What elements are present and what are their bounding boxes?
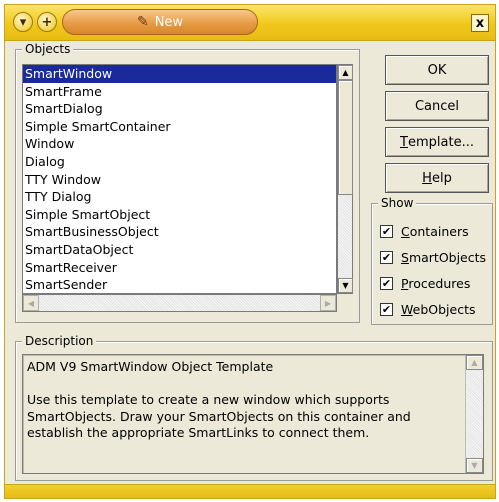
list-item[interactable]: SmartFrame (23, 83, 336, 101)
window-title: New (154, 14, 184, 30)
list-item[interactable]: SmartSender (23, 276, 336, 293)
chevron-down-icon[interactable]: ▾ (13, 12, 33, 32)
list-item[interactable]: Window (23, 135, 336, 153)
list-item[interactable]: Simple SmartContainer (23, 118, 336, 136)
procedures-checkbox[interactable]: ✔ (380, 276, 393, 290)
objects-group: Objects SmartWindow SmartFrame SmartDial… (15, 42, 360, 323)
webobjects-checkbox-row[interactable]: ✔ WebObjects (380, 300, 476, 318)
description-scrollbar[interactable]: ▲ ▼ (465, 355, 483, 473)
new-object-dialog: ▾ + ✎ New x Objects SmartWindow SmartFra… (4, 4, 496, 499)
template-button-mnemonic: T (400, 134, 408, 150)
list-item[interactable]: TTY Dialog (23, 188, 336, 206)
help-button-label: elp (431, 170, 452, 186)
objects-group-label: Objects (22, 42, 74, 56)
scroll-up-icon[interactable]: ▲ (338, 65, 353, 80)
list-item[interactable]: SmartDataObject (23, 241, 336, 259)
procedures-checkbox-row[interactable]: ✔ Procedures (380, 274, 470, 292)
containers-checkbox-row[interactable]: ✔ Containers (380, 222, 469, 240)
title-pill: ✎ New (62, 9, 258, 35)
show-group-label: Show (378, 196, 417, 210)
description-text: ADM V9 SmartWindow Object Template Use t… (27, 359, 411, 440)
window-bottom-border (5, 484, 495, 498)
scroll-up-icon[interactable]: ▲ (466, 355, 483, 370)
smartobjects-label: SmartObjects (401, 249, 487, 265)
procedures-label: Procedures (401, 275, 471, 291)
objects-vertical-scrollbar[interactable]: ▲ ▼ (337, 64, 353, 294)
scroll-left-icon[interactable]: ◀ (23, 295, 39, 311)
containers-checkbox[interactable]: ✔ (380, 224, 393, 238)
webobjects-label: WebObjects (401, 301, 476, 317)
list-item[interactable]: Dialog (23, 153, 336, 171)
objects-listbox[interactable]: SmartWindow SmartFrame SmartDialog Simpl… (22, 64, 337, 294)
show-group: Show ✔ Containers ✔ SmartObjects ✔ Proce… (371, 196, 493, 325)
webobjects-checkbox[interactable]: ✔ (380, 302, 393, 316)
containers-label: Containers (401, 223, 469, 239)
plus-icon[interactable]: + (37, 12, 57, 32)
help-button[interactable]: Help (385, 163, 489, 193)
list-item[interactable]: SmartBusinessObject (23, 223, 336, 241)
ok-button[interactable]: OK (385, 55, 489, 85)
smartobjects-checkbox[interactable]: ✔ (380, 250, 393, 264)
template-button-label: emplate... (407, 134, 474, 150)
description-textarea[interactable]: ADM V9 SmartWindow Object Template Use t… (22, 354, 484, 474)
objects-horizontal-scrollbar[interactable]: ◀ ▶ (22, 294, 337, 312)
list-item[interactable]: SmartWindow (23, 65, 336, 83)
scroll-down-icon[interactable]: ▼ (466, 458, 483, 473)
title-bar: ▾ + ✎ New x (5, 5, 495, 41)
cancel-button[interactable]: Cancel (385, 91, 489, 121)
scroll-down-icon[interactable]: ▼ (338, 278, 353, 293)
list-item[interactable]: TTY Window (23, 171, 336, 189)
description-group: Description ADM V9 SmartWindow Object Te… (15, 334, 493, 481)
list-item[interactable]: SmartReceiver (23, 259, 336, 277)
pencil-icon: ✎ (136, 14, 149, 30)
help-button-mnemonic: H (422, 170, 432, 186)
close-button[interactable]: x (471, 14, 489, 32)
scroll-right-icon[interactable]: ▶ (320, 295, 336, 311)
list-item[interactable]: SmartDialog (23, 100, 336, 118)
scrollbar-thumb[interactable] (338, 80, 353, 195)
template-button[interactable]: Template... (385, 127, 489, 157)
list-item[interactable]: Simple SmartObject (23, 206, 336, 224)
smartobjects-checkbox-row[interactable]: ✔ SmartObjects (380, 248, 486, 266)
description-group-label: Description (22, 334, 97, 348)
